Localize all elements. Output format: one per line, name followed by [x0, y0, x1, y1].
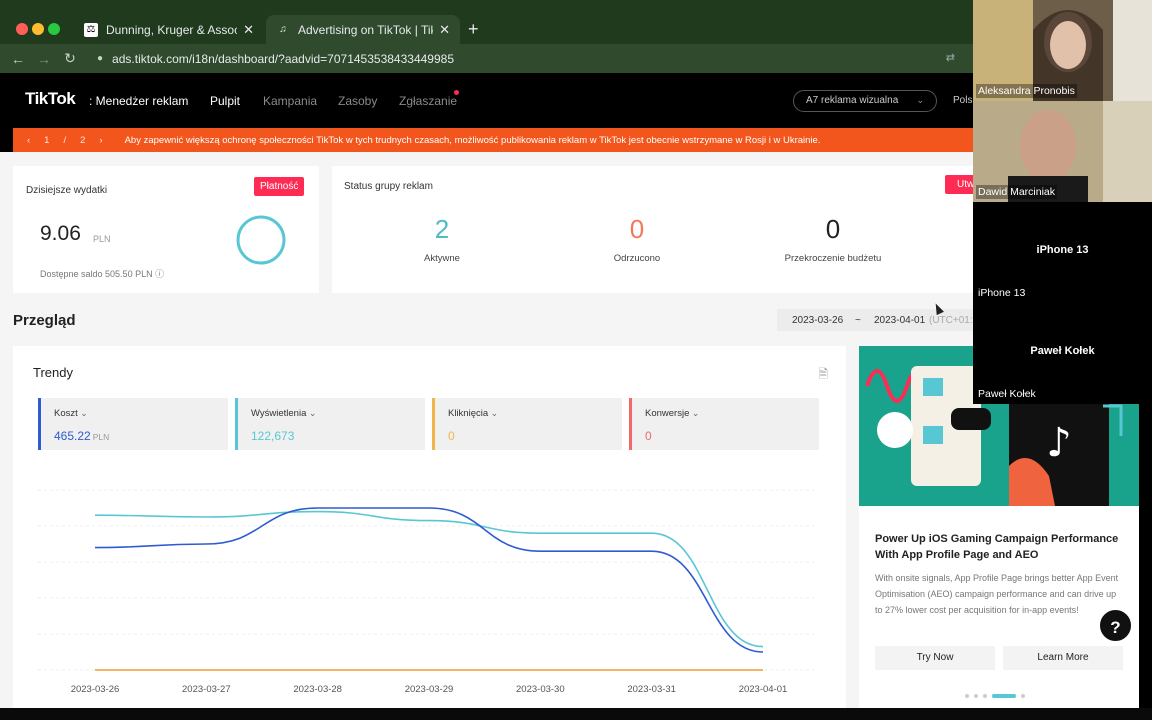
- info-icon: ⓘ: [155, 269, 165, 279]
- create-button[interactable]: Utwórz: [945, 175, 973, 194]
- overview-title: Przegląd: [13, 312, 76, 329]
- spend-card: Dzisiejsze wydatki Płatność 9.06 PLN Dos…: [13, 166, 319, 293]
- back-arrow-icon[interactable]: ←: [5, 51, 31, 67]
- svg-text:♪: ♪: [1046, 420, 1072, 466]
- translate-icon[interactable]: ⇄: [946, 51, 955, 64]
- promo-description: With onsite signals, App Profile Page br…: [875, 573, 1119, 615]
- law-firm-icon: ⚖: [84, 22, 98, 37]
- account-selector[interactable]: A7 reklama wizualna ⌄: [793, 90, 937, 112]
- series-line-wyświetlenia: [94, 510, 764, 648]
- banner-pager: ‹ 1 / 2 ›: [27, 134, 103, 146]
- x-tick-label: 2023-03-28: [293, 684, 342, 695]
- minimize-window-button[interactable]: [32, 23, 44, 35]
- dashboard: Dzisiejsze wydatki Płatność 9.06 PLN Dos…: [0, 152, 973, 708]
- tiktok-icon: ♫: [279, 24, 287, 35]
- x-tick-label: 2023-03-31: [627, 684, 676, 695]
- bottom-strip: [0, 708, 1152, 720]
- browser-tab-bar: ⚖ Dunning, Kruger & Associates ✕ ♫ Adver…: [0, 0, 973, 44]
- url-field[interactable]: ● ads.tiktok.com/i18n/dashboard/?aadvid=…: [97, 52, 454, 66]
- ads-manager-header: TikTok : Menedżer reklam Pulpit Kampania…: [0, 73, 980, 127]
- spend-ring: [236, 215, 286, 265]
- promo-title: Power Up iOS Gaming Campaign Performance…: [875, 533, 1119, 561]
- metric-cost[interactable]: Koszt 465.22PLN: [38, 398, 228, 450]
- ad-group-status-card: Status grupy reklam Utwórz 2 Aktywne 0 O…: [332, 166, 973, 293]
- x-tick-label: 2023-03-26: [71, 684, 120, 695]
- maximize-window-button[interactable]: [48, 23, 60, 35]
- participant-tile-3[interactable]: iPhone 13 iPhone 13: [973, 202, 1152, 303]
- participant-tile-1[interactable]: Aleksandra Pronobis: [973, 0, 1152, 101]
- notice-banner: ‹ 1 / 2 › Aby zapewnić większą ochronę s…: [13, 128, 973, 152]
- close-window-button[interactable]: [16, 23, 28, 35]
- browser-tab-2[interactable]: ♫ Advertising on TikTok | TikTok ✕: [266, 15, 460, 44]
- series-line-koszt: [94, 507, 764, 653]
- nav-pulpit[interactable]: Pulpit: [210, 94, 240, 108]
- browser-tab-1[interactable]: ⚖ Dunning, Kruger & Associates ✕: [74, 15, 264, 44]
- new-tab-button[interactable]: +: [468, 19, 479, 40]
- participant-tile-4[interactable]: Paweł Kołek Paweł Kołek: [973, 303, 1152, 404]
- x-tick-label: 2023-03-30: [516, 684, 565, 695]
- reload-icon[interactable]: ↻: [57, 50, 83, 67]
- x-tick-label: 2023-04-01: [739, 684, 788, 695]
- nav-zasoby[interactable]: Zasoby: [338, 94, 377, 108]
- close-tab-icon[interactable]: ✕: [439, 22, 450, 38]
- forward-arrow-icon[interactable]: →: [31, 51, 57, 67]
- balance-text: Dostępne saldo 505.50 PLN ⓘ: [40, 269, 165, 279]
- lock-icon: ●: [97, 53, 104, 64]
- promo-card: Power Up iOS Gaming Campaign Performance…: [859, 506, 1139, 708]
- carousel-dots[interactable]: [965, 694, 1025, 698]
- logo-suffix: : Menedżer reklam: [89, 94, 189, 108]
- metric-conversions[interactable]: Konwersje 0: [629, 398, 819, 450]
- export-icon[interactable]: 🗎: [818, 365, 828, 386]
- spend-amount: 9.06: [40, 222, 81, 245]
- trend-chart: 2023-03-26 2023-03-27 2023-03-28 2023-03-29…: [38, 489, 818, 695]
- close-tab-icon[interactable]: ✕: [243, 22, 254, 38]
- x-tick-label: 2023-03-29: [405, 684, 454, 695]
- banner-message: Aby zapewnić większą ochronę społecznośc…: [124, 134, 821, 146]
- participant-tile-2[interactable]: Dawid Marciniak: [973, 101, 1152, 202]
- tiktok-logo[interactable]: TikTok: [25, 89, 76, 109]
- nav-zglaszanie[interactable]: Zgłaszanie: [399, 94, 457, 108]
- trends-card: Trendy 🗎 Koszt 465.22PLN Wyświetlenia 12…: [13, 346, 846, 708]
- learn-more-button[interactable]: Learn More: [1003, 646, 1123, 670]
- x-tick-label: 2023-03-27: [182, 684, 231, 695]
- chevron-down-icon: ⌄: [916, 95, 924, 105]
- metric-impressions[interactable]: Wyświetlenia 122,673: [235, 398, 425, 450]
- status-rejected[interactable]: 0 Odrzucono: [557, 214, 717, 264]
- metric-clicks[interactable]: Kliknięcia 0: [432, 398, 622, 450]
- address-bar: ← → ↻ ● ads.tiktok.com/i18n/dashboard/?a…: [0, 44, 973, 73]
- next-icon[interactable]: ›: [99, 135, 102, 146]
- status-active[interactable]: 2 Aktywne: [362, 214, 522, 264]
- nav-kampania[interactable]: Kampania: [263, 94, 317, 108]
- try-now-button[interactable]: Try Now: [875, 646, 995, 670]
- date-range-picker[interactable]: 2023-03-26 ~ 2023-04-01 (UTC+01:00): [777, 309, 973, 331]
- prev-icon[interactable]: ‹: [27, 135, 30, 146]
- payment-button[interactable]: Płatność: [254, 177, 305, 196]
- notification-dot: [454, 90, 459, 95]
- help-button[interactable]: ?: [1098, 608, 1133, 643]
- status-over-budget[interactable]: 0 Przekroczenie budżetu: [753, 214, 913, 264]
